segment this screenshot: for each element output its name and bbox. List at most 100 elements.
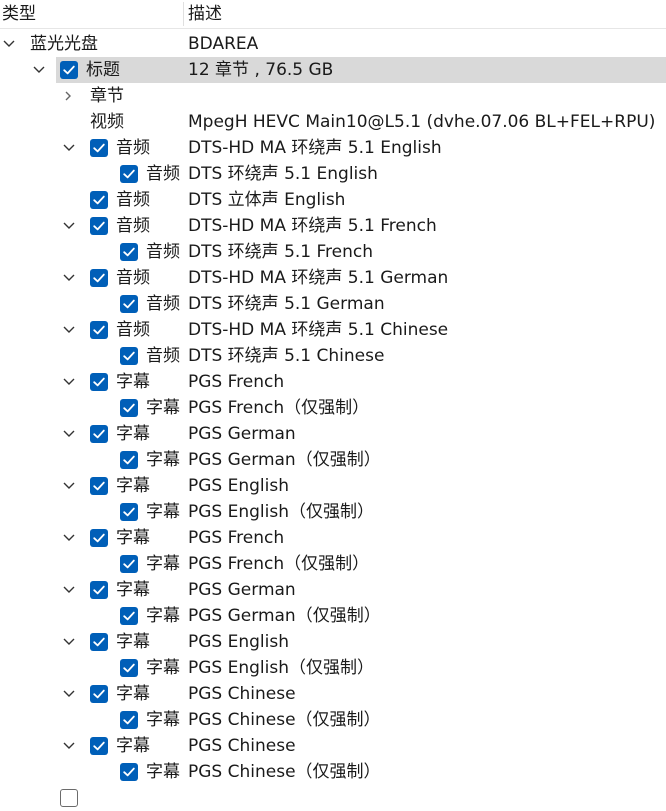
checkbox-checked-icon[interactable] — [90, 321, 108, 339]
chevron-down-icon[interactable] — [62, 629, 78, 655]
row-type-label: 字幕 — [116, 372, 150, 392]
tree-row[interactable]: 音频 DTS-HD MA 环绕声 5.1 German — [0, 265, 666, 291]
checkbox-checked-icon[interactable] — [90, 529, 108, 547]
tree-row[interactable]: 字幕 PGS French — [0, 525, 666, 551]
chevron-down-icon[interactable] — [62, 525, 78, 551]
row-description: PGS Chinese（仅强制） — [188, 710, 381, 730]
tree-row[interactable]: 字幕 PGS Chinese — [0, 733, 666, 759]
tree-row[interactable]: 音频 DTS 环绕声 5.1 German — [0, 291, 666, 317]
checkbox-checked-icon[interactable] — [60, 61, 78, 79]
tree-row[interactable]: 音频 DTS-HD MA 环绕声 5.1 French — [0, 213, 666, 239]
tree-row[interactable]: 字幕 PGS Chinese — [0, 681, 666, 707]
row-type-label: 视频 — [90, 112, 124, 132]
tree-row[interactable]: 标题 12 章节 , 76.5 GB — [0, 57, 666, 83]
tree-row[interactable]: 字幕 PGS French（仅强制） — [0, 395, 666, 421]
disc-tree: 蓝光光盘 BDAREA 标题 12 章节 , 76.5 GB 章节 视频 MpegH HEV… — [0, 31, 666, 811]
checkbox-checked-icon[interactable] — [90, 191, 108, 209]
row-description: PGS French（仅强制） — [188, 554, 370, 574]
checkbox-checked-icon[interactable] — [120, 555, 138, 573]
checkbox-checked-icon[interactable] — [90, 373, 108, 391]
tree-row[interactable]: 章节 — [0, 83, 666, 109]
tree-row[interactable] — [0, 785, 666, 811]
row-type-label: 音频 — [116, 216, 150, 236]
chevron-down-icon[interactable] — [62, 135, 78, 161]
chevron-down-icon[interactable] — [62, 733, 78, 759]
row-type-label: 蓝光光盘 — [30, 34, 98, 54]
checkbox-checked-icon[interactable] — [90, 685, 108, 703]
chevron-down-icon[interactable] — [2, 31, 18, 57]
row-type-label: 音频 — [116, 320, 150, 340]
checkbox-checked-icon[interactable] — [120, 607, 138, 625]
checkbox-checked-icon[interactable] — [90, 581, 108, 599]
tree-row[interactable]: 字幕 PGS English — [0, 473, 666, 499]
checkbox-checked-icon[interactable] — [120, 451, 138, 469]
checkbox-checked-icon[interactable] — [90, 269, 108, 287]
tree-row[interactable]: 字幕 PGS English（仅强制） — [0, 655, 666, 681]
tree-row[interactable]: 字幕 PGS Chinese（仅强制） — [0, 759, 666, 785]
tree-row[interactable]: 字幕 PGS English（仅强制） — [0, 499, 666, 525]
checkbox-checked-icon[interactable] — [90, 737, 108, 755]
tree-row[interactable]: 音频 DTS 立体声 English — [0, 187, 666, 213]
tree-row[interactable]: 音频 DTS-HD MA 环绕声 5.1 Chinese — [0, 317, 666, 343]
row-type-label: 字幕 — [116, 528, 150, 548]
row-description: PGS Chinese — [188, 684, 296, 704]
row-description: PGS Chinese — [188, 736, 296, 756]
chevron-down-icon[interactable] — [62, 369, 78, 395]
tree-row[interactable]: 蓝光光盘 BDAREA — [0, 31, 666, 57]
checkbox-checked-icon[interactable] — [120, 347, 138, 365]
chevron-down-icon[interactable] — [62, 265, 78, 291]
chevron-down-icon[interactable] — [32, 57, 48, 83]
checkbox-checked-icon[interactable] — [90, 425, 108, 443]
tree-row[interactable]: 字幕 PGS German（仅强制） — [0, 447, 666, 473]
row-type-label: 音频 — [146, 294, 180, 314]
row-description: DTS-HD MA 环绕声 5.1 English — [188, 138, 442, 158]
row-description: BDAREA — [188, 34, 259, 54]
checkbox-checked-icon[interactable] — [90, 633, 108, 651]
checkbox-checked-icon[interactable] — [120, 503, 138, 521]
column-divider[interactable] — [183, 2, 184, 26]
tree-row[interactable]: 字幕 PGS German — [0, 577, 666, 603]
tree-row[interactable]: 音频 DTS-HD MA 环绕声 5.1 English — [0, 135, 666, 161]
tree-row[interactable]: 字幕 PGS German（仅强制） — [0, 603, 666, 629]
chevron-down-icon[interactable] — [62, 317, 78, 343]
row-type-label: 字幕 — [146, 762, 180, 782]
checkbox-checked-icon[interactable] — [90, 477, 108, 495]
row-type-label: 字幕 — [146, 502, 180, 522]
checkbox-checked-icon[interactable] — [90, 139, 108, 157]
tree-row[interactable]: 字幕 PGS French — [0, 369, 666, 395]
tree-row[interactable]: 视频 MpegH HEVC Main10@L5.1 (dvhe.07.06 BL+… — [0, 109, 666, 135]
checkbox-checked-icon[interactable] — [120, 711, 138, 729]
row-description: DTS 环绕声 5.1 English — [188, 164, 378, 184]
row-type-label: 字幕 — [146, 606, 180, 626]
checkbox-checked-icon[interactable] — [90, 217, 108, 235]
column-header-type[interactable]: 类型 — [2, 0, 36, 28]
tree-row[interactable]: 音频 DTS 环绕声 5.1 English — [0, 161, 666, 187]
tree-row[interactable]: 字幕 PGS French（仅强制） — [0, 551, 666, 577]
checkbox-checked-icon[interactable] — [120, 295, 138, 313]
tree-row[interactable]: 字幕 PGS Chinese（仅强制） — [0, 707, 666, 733]
checkbox-checked-icon[interactable] — [120, 399, 138, 417]
column-header-description[interactable]: 描述 — [188, 0, 222, 28]
row-type-label: 字幕 — [146, 710, 180, 730]
chevron-down-icon[interactable] — [62, 577, 78, 603]
tree-row[interactable]: 音频 DTS 环绕声 5.1 French — [0, 239, 666, 265]
row-description: PGS English（仅强制） — [188, 502, 375, 522]
chevron-down-icon[interactable] — [62, 681, 78, 707]
checkbox-checked-icon[interactable] — [120, 243, 138, 261]
row-type-label: 字幕 — [116, 736, 150, 756]
row-description: PGS Chinese（仅强制） — [188, 762, 381, 782]
chevron-down-icon[interactable] — [62, 213, 78, 239]
tree-row[interactable]: 音频 DTS 环绕声 5.1 Chinese — [0, 343, 666, 369]
checkbox-checked-icon[interactable] — [120, 659, 138, 677]
checkbox-checked-icon[interactable] — [120, 763, 138, 781]
chevron-down-icon[interactable] — [62, 421, 78, 447]
checkbox-checked-icon[interactable] — [120, 165, 138, 183]
checkbox-unchecked-icon[interactable] — [60, 789, 78, 807]
tree-row[interactable]: 字幕 PGS German — [0, 421, 666, 447]
chevron-down-icon[interactable] — [62, 473, 78, 499]
chevron-right-icon[interactable] — [62, 83, 78, 109]
row-type-label: 标题 — [86, 60, 120, 80]
row-description: DTS 环绕声 5.1 German — [188, 294, 385, 314]
tree-row[interactable]: 字幕 PGS English — [0, 629, 666, 655]
selection-highlight — [56, 57, 666, 83]
